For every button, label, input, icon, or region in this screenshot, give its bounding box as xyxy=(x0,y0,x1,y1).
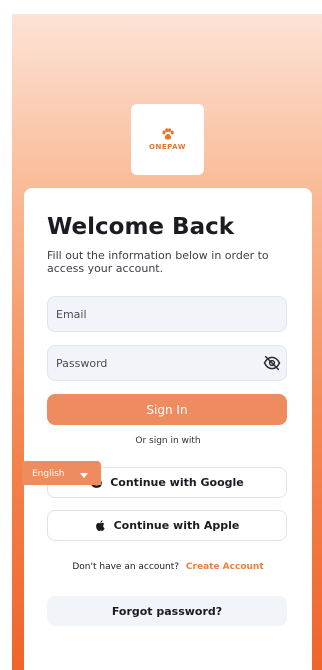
sign-in-button[interactable]: Sign In xyxy=(47,394,287,425)
apple-sign-in-button[interactable]: Continue with Apple xyxy=(47,510,287,541)
or-sign-in-with: Or sign in with xyxy=(135,436,201,446)
brand-name: ONEPAW xyxy=(149,143,186,151)
paw-icon xyxy=(162,128,174,140)
password-field[interactable] xyxy=(48,346,286,380)
email-field[interactable] xyxy=(48,297,286,331)
page-subtitle: Fill out the information below in order … xyxy=(47,249,269,275)
language-selector[interactable]: English xyxy=(22,461,101,485)
page-title: Welcome Back xyxy=(47,214,235,240)
brand-logo: ONEPAW xyxy=(131,104,204,175)
caret-down-icon xyxy=(80,473,88,478)
signup-row: Don't have an account? Create Account xyxy=(24,562,312,572)
login-card: Welcome Back Fill out the information be… xyxy=(24,188,312,670)
language-selected: English xyxy=(32,469,65,479)
eye-off-icon[interactable] xyxy=(263,354,281,372)
apple-icon xyxy=(95,520,105,531)
email-field-wrapper xyxy=(47,296,287,332)
forgot-password-button[interactable]: Forgot password? xyxy=(47,596,287,626)
password-field-wrapper xyxy=(47,345,287,381)
no-account-text: Don't have an account? xyxy=(72,562,180,572)
create-account-link[interactable]: Create Account xyxy=(186,562,264,572)
apple-button-label: Continue with Apple xyxy=(113,519,240,532)
google-button-label: Continue with Google xyxy=(110,476,244,489)
